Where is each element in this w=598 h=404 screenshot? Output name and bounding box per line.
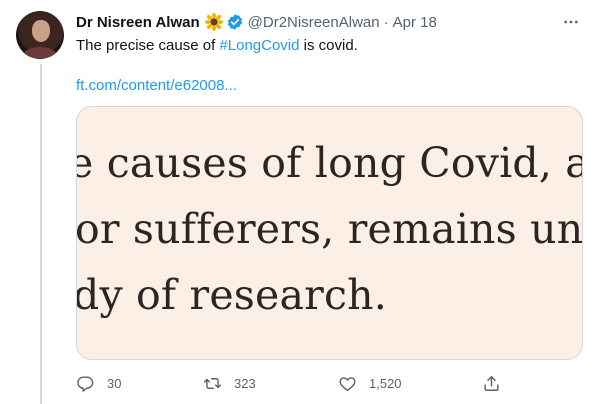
like-count: 1,520 <box>369 375 402 391</box>
verified-badge-icon <box>226 13 244 31</box>
heart-icon <box>339 376 356 391</box>
retweet-icon <box>203 377 222 389</box>
reply-count: 30 <box>107 375 122 391</box>
article-link[interactable]: ft.com/content/e62008... <box>76 76 237 96</box>
media-text-line: e causes of long Covid, and t <box>77 139 582 187</box>
author-handle[interactable]: @Dr2NisreenAlwan <box>248 14 380 31</box>
media-text-line: or sufferers, remains unclea <box>76 205 583 253</box>
hashtag-link[interactable]: #LongCovid <box>219 37 299 54</box>
reply-button[interactable]: 30 <box>76 372 121 394</box>
avatar[interactable] <box>16 11 64 59</box>
sunflower-emoji-icon <box>204 13 223 31</box>
action-bar: 30 323 1,520 <box>76 372 581 394</box>
more-options-icon[interactable] <box>561 12 581 32</box>
share-icon <box>484 375 499 391</box>
tweet-text: The precise cause of #LongCovid is covid… <box>76 36 358 56</box>
separator-dot: · <box>383 13 389 31</box>
retweet-button[interactable]: 323 <box>203 372 256 394</box>
tweet-text-after: is covid. <box>299 37 358 54</box>
media-image[interactable]: e causes of long Covid, and t or suffere… <box>76 106 583 360</box>
tweet-header: Dr Nisreen Alwan @Dr2NisreenAlwan · Apr … <box>76 12 437 32</box>
tweet-text-before: The precise cause of <box>76 37 220 54</box>
reply-icon <box>77 375 94 392</box>
like-button[interactable]: 1,520 <box>338 372 402 394</box>
share-button[interactable] <box>482 372 501 394</box>
tweet-date[interactable]: Apr 18 <box>393 14 437 31</box>
thread-line <box>40 64 42 404</box>
author-name[interactable]: Dr Nisreen Alwan <box>76 14 200 31</box>
retweet-count: 323 <box>234 375 256 391</box>
media-text-line: dy of research. <box>76 271 387 319</box>
